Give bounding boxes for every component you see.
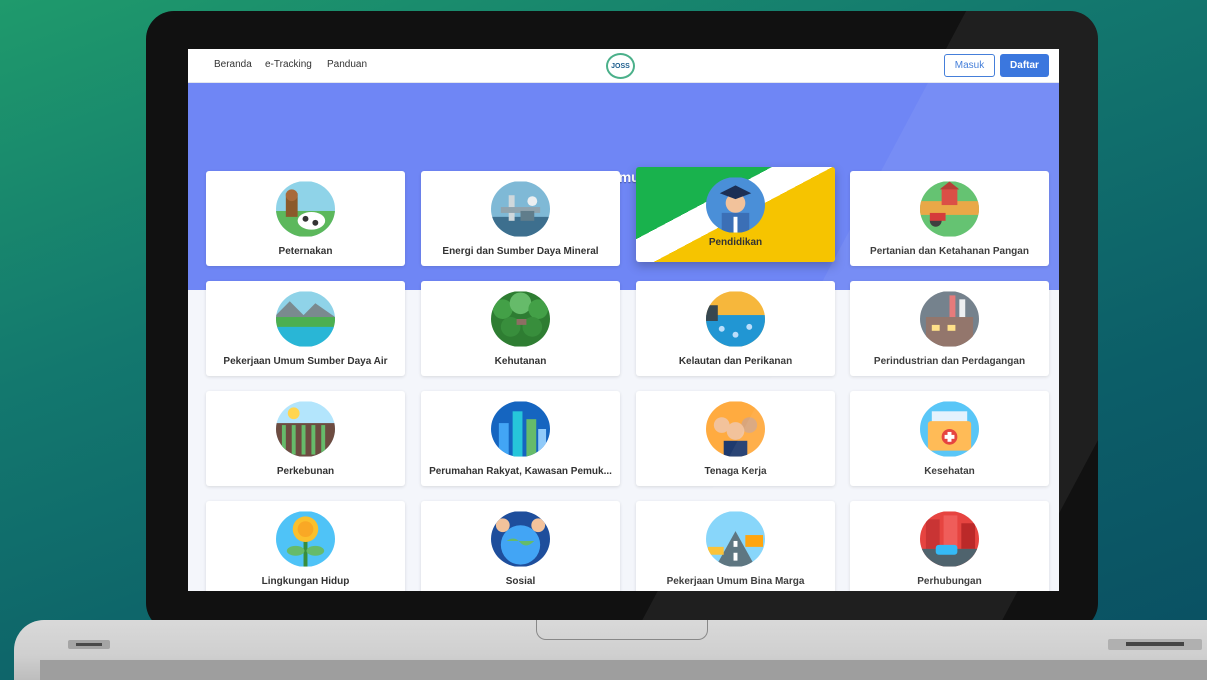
laptop-right-port [1108, 639, 1202, 650]
category-label: Perumahan Rakyat, Kawasan Pemuk... [429, 466, 612, 477]
workers-icon [706, 401, 765, 457]
category-card-kelautan[interactable]: Kelautan dan Perikanan [636, 281, 835, 376]
coin-plant-icon [276, 511, 335, 567]
category-card-perindustrian[interactable]: Perindustrian dan Perdagangan [850, 281, 1049, 376]
forest-icon [491, 291, 550, 347]
factory-icon [920, 291, 979, 347]
nav-link-beranda[interactable]: Beranda [214, 59, 252, 70]
category-card-pendidikan[interactable]: Pendidikan [636, 167, 835, 262]
farm-icon [920, 181, 979, 237]
top-navbar: Beranda e-Tracking Panduan JOSS Masuk Da… [188, 49, 1059, 83]
nav-link-etracking[interactable]: e-Tracking [265, 59, 312, 70]
category-card-kesehatan[interactable]: Kesehatan [850, 391, 1049, 486]
category-card-perhubungan[interactable]: Perhubungan [850, 501, 1049, 591]
laptop-bezel: Beranda e-Tracking Panduan JOSS Masuk Da… [146, 11, 1098, 631]
category-label: Pekerjaan Umum Sumber Daya Air [223, 356, 388, 367]
social-globe-icon [491, 511, 550, 567]
graduate-icon [706, 177, 765, 233]
logo-text: JOSS [611, 62, 630, 70]
category-card-energi[interactable]: Energi dan Sumber Daya Mineral [421, 171, 620, 266]
register-button[interactable]: Daftar [1000, 54, 1049, 77]
browser-screen: Beranda e-Tracking Panduan JOSS Masuk Da… [188, 49, 1059, 591]
category-label: Kesehatan [924, 466, 975, 477]
category-label: Sosial [505, 576, 536, 587]
marine-icon [706, 291, 765, 347]
transport-icon [920, 511, 979, 567]
livestock-icon [276, 181, 335, 237]
category-card-bina-marga[interactable]: Pekerjaan Umum Bina Marga [636, 501, 835, 591]
category-label: Energi dan Sumber Daya Mineral [442, 246, 599, 257]
category-card-sosial[interactable]: Sosial [421, 501, 620, 591]
category-label: Kehutanan [494, 356, 547, 367]
category-label: Pertanian dan Ketahanan Pangan [870, 246, 1029, 257]
city-icon [491, 401, 550, 457]
category-label: Perindustrian dan Perdagangan [873, 356, 1026, 367]
category-card-lingkungan-hidup[interactable]: Lingkungan Hidup [206, 501, 405, 591]
category-label: Kelautan dan Perikanan [678, 356, 793, 367]
health-folder-icon [920, 401, 979, 457]
laptop-notch [536, 620, 708, 640]
laptop-base-bottom [40, 660, 1207, 680]
joss-logo-icon[interactable]: JOSS [606, 53, 635, 79]
category-card-tenaga-kerja[interactable]: Tenaga Kerja [636, 391, 835, 486]
login-button[interactable]: Masuk [944, 54, 995, 77]
category-label: Perkebunan [276, 466, 335, 477]
category-label: Pekerjaan Umum Bina Marga [666, 576, 805, 587]
category-label: Pendidikan [708, 237, 763, 248]
category-label: Peternakan [278, 246, 333, 257]
plantation-icon [276, 401, 335, 457]
road-construction-icon [706, 511, 765, 567]
nav-link-panduan[interactable]: Panduan [327, 59, 367, 70]
category-label: Perhubungan [917, 576, 982, 587]
category-card-peternakan[interactable]: Peternakan [206, 171, 405, 266]
category-card-sumber-daya-air[interactable]: Pekerjaan Umum Sumber Daya Air [206, 281, 405, 376]
category-label: Lingkungan Hidup [261, 576, 350, 587]
water-resources-icon [276, 291, 335, 347]
category-label: Tenaga Kerja [704, 466, 767, 477]
category-card-perkebunan[interactable]: Perkebunan [206, 391, 405, 486]
category-card-pertanian[interactable]: Pertanian dan Ketahanan Pangan [850, 171, 1049, 266]
category-card-perumahan[interactable]: Perumahan Rakyat, Kawasan Pemuk... [421, 391, 620, 486]
laptop-left-port [68, 640, 110, 649]
energy-icon [491, 181, 550, 237]
category-card-kehutanan[interactable]: Kehutanan [421, 281, 620, 376]
